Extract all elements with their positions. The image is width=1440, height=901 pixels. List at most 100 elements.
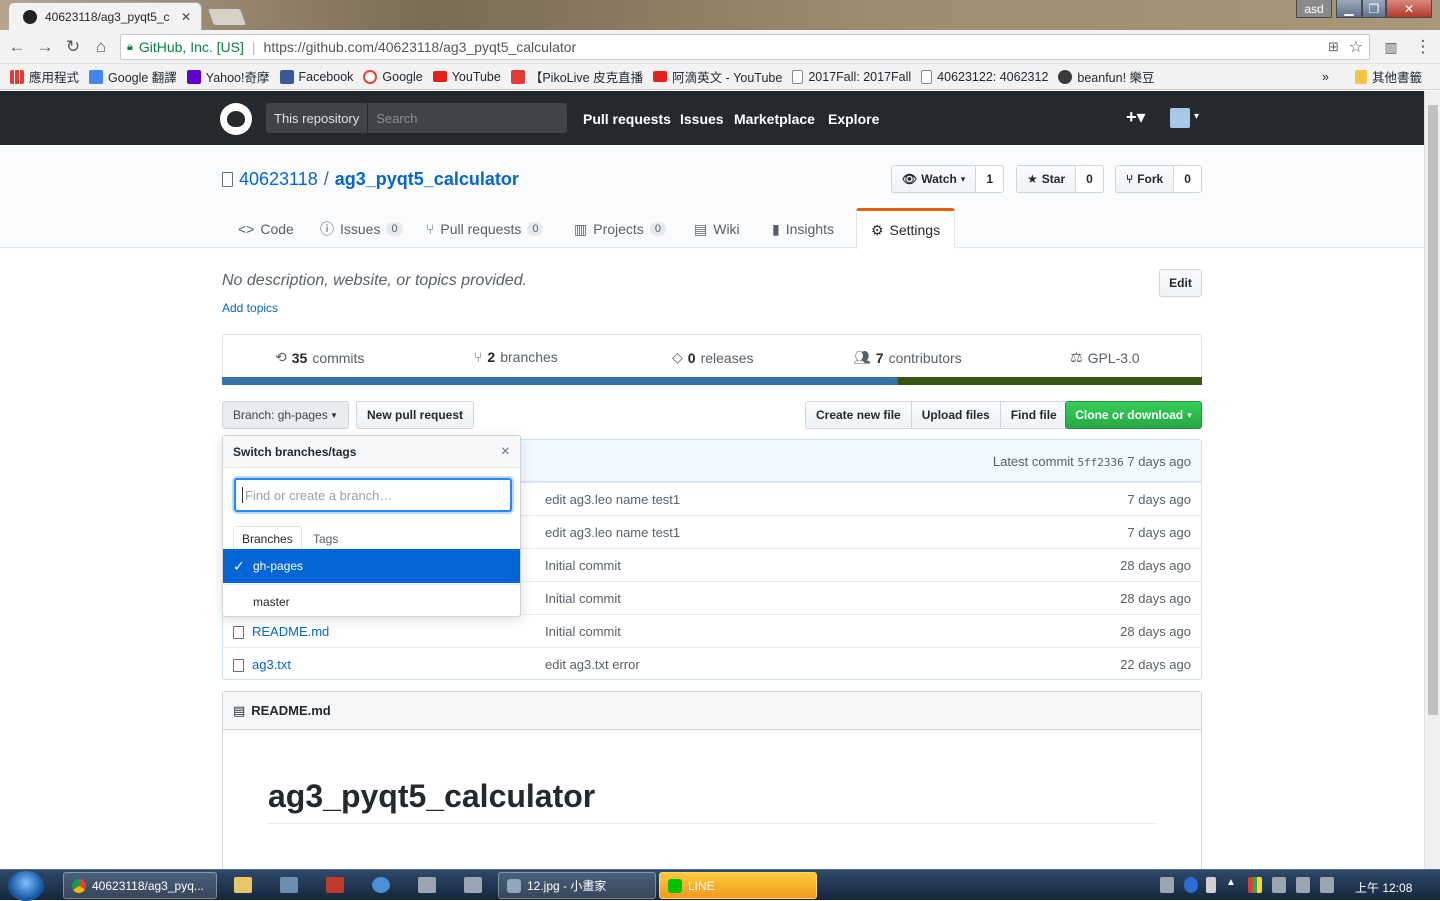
speaker-app-icon[interactable]: [418, 877, 436, 893]
commit-message[interactable]: Initial commit: [545, 624, 621, 639]
nav-explore[interactable]: Explore: [828, 111, 879, 127]
commits-link[interactable]: ⟲ 35 commits: [275, 349, 364, 366]
action-center-icon[interactable]: [1320, 877, 1334, 893]
bookmark-google-translate[interactable]: Google 翻譯: [89, 67, 177, 86]
translate-icon[interactable]: ⊞: [1328, 39, 1339, 55]
app-icon[interactable]: [280, 877, 298, 893]
branches-link[interactable]: ⑂ 2 branches: [474, 349, 558, 365]
tab-projects[interactable]: ▥ Projects 0: [574, 209, 666, 249]
nav-marketplace[interactable]: Marketplace: [734, 111, 815, 127]
upload-files-button[interactable]: Upload files: [911, 402, 1001, 428]
network-icon[interactable]: [1272, 877, 1286, 893]
scrollbar-thumb[interactable]: [1428, 105, 1438, 715]
bookmark-apps[interactable]: 應用程式: [10, 67, 79, 86]
fork-count[interactable]: 0: [1174, 166, 1201, 192]
edit-button[interactable]: Edit: [1159, 269, 1202, 297]
tab-issues[interactable]: ⓘ Issues 0: [320, 209, 403, 249]
tab-pull-requests[interactable]: ⑂ Pull requests 0: [426, 209, 544, 249]
branch-filter-input[interactable]: Find or create a branch…: [234, 478, 512, 512]
app-icon[interactable]: [372, 877, 390, 893]
repo-name-link[interactable]: ag3_pyqt5_calculator: [335, 169, 519, 190]
commit-message[interactable]: edit ag3.leo name test1: [545, 492, 680, 507]
new-pull-request-button[interactable]: New pull request: [356, 401, 475, 429]
tab-wiki[interactable]: ▤ Wiki: [694, 209, 740, 249]
bookmark-adi-youtube[interactable]: 阿滴英文 - YouTube: [653, 67, 782, 86]
branch-item-master[interactable]: master: [223, 584, 520, 618]
start-button[interactable]: [8, 871, 44, 901]
github-logo-icon[interactable]: [220, 103, 252, 135]
tab-insights[interactable]: ▮ Insights: [772, 209, 834, 249]
add-topics-link[interactable]: Add topics: [222, 301, 278, 315]
tab-tags[interactable]: Tags: [305, 526, 346, 551]
taskbar-item-line[interactable]: LINE: [659, 872, 817, 899]
bookmark-yahoo[interactable]: Yahoo!奇摩: [186, 67, 270, 86]
table-row[interactable]: README.md Initial commit 28 days ago: [223, 614, 1201, 647]
watch-button[interactable]: 👁︎ Watch ▾: [892, 166, 977, 192]
file-name-link[interactable]: ag3.txt: [252, 657, 291, 672]
close-window-button[interactable]: ✕: [1386, 0, 1432, 18]
chevron-down-icon[interactable]: ▾: [1194, 111, 1199, 122]
nav-issues[interactable]: Issues: [680, 111, 724, 127]
tray-expand-icon[interactable]: ▲: [1226, 877, 1236, 893]
branch-item-gh-pages[interactable]: ✓ gh-pages: [223, 549, 520, 583]
branch-select-button[interactable]: Branch: gh-pages ▾: [222, 401, 349, 429]
tab-branches[interactable]: Branches: [233, 526, 302, 551]
repo-owner-link[interactable]: 40623118: [239, 169, 318, 190]
close-icon[interactable]: ×: [501, 443, 510, 461]
tray-app-icon[interactable]: [1248, 877, 1262, 893]
window-user-badge[interactable]: asd: [1296, 0, 1332, 18]
page-scrollbar[interactable]: [1424, 91, 1440, 869]
back-icon[interactable]: ←: [6, 37, 28, 57]
commit-sha-link[interactable]: 5ff2336: [1077, 456, 1123, 469]
address-bar[interactable]: 🔒︎ GitHub, Inc. [US] | https://github.co…: [120, 34, 1370, 60]
url-text[interactable]: https://github.com/40623118/ag3_pyqt5_ca…: [264, 39, 577, 55]
home-icon[interactable]: ⌂: [90, 37, 112, 57]
find-file-button[interactable]: Find file: [1000, 402, 1067, 428]
app-icon[interactable]: [326, 877, 344, 893]
contributors-link[interactable]: 👥︎ 7 contributors: [853, 349, 962, 366]
commit-message[interactable]: Initial commit: [545, 591, 621, 606]
bookmark-pikolive[interactable]: 【PikoLive 皮克直播: [510, 67, 643, 86]
taskbar-item-paint[interactable]: 12.jpg - 小畫家: [498, 872, 656, 899]
table-row[interactable]: ag3.txt edit ag3.txt error 22 days ago: [223, 647, 1201, 680]
commit-message[interactable]: edit ag3.leo name test1: [545, 525, 680, 540]
watch-count[interactable]: 1: [976, 166, 1003, 192]
folder-icon[interactable]: [234, 877, 252, 893]
system-clock[interactable]: 上午 12:08: [1355, 879, 1412, 896]
search-input[interactable]: This repository Search: [266, 103, 567, 133]
menu-icon[interactable]: ⋮: [1412, 37, 1434, 57]
minimize-button[interactable]: ▁: [1336, 0, 1362, 18]
bookmarks-overflow-button[interactable]: »: [1322, 70, 1329, 84]
create-new-file-button[interactable]: Create new file: [806, 402, 912, 428]
user-avatar[interactable]: [1170, 108, 1190, 128]
file-name-link[interactable]: README.md: [252, 624, 329, 639]
commit-message[interactable]: Initial commit: [545, 558, 621, 573]
bookmark-google[interactable]: Google: [363, 69, 423, 84]
license-link[interactable]: ⚖ GPL-3.0: [1070, 349, 1140, 366]
maximize-button[interactable]: ❐: [1362, 0, 1386, 18]
commit-message[interactable]: edit ag3.txt error: [545, 657, 640, 672]
other-bookmarks[interactable]: 其他書籤: [1355, 67, 1422, 86]
browser-tab[interactable]: 40623118/ag3_pyqt5_c ✕: [8, 2, 202, 30]
taskbar-item-chrome[interactable]: 40623118/ag3_pyq...: [63, 872, 217, 899]
volume-icon[interactable]: [1296, 877, 1310, 893]
bookmark-youtube[interactable]: YouTube: [432, 70, 501, 84]
releases-link[interactable]: ◇ 0 releases: [672, 349, 754, 366]
bookmark-40623122[interactable]: 40623122: 4062312: [921, 69, 1048, 84]
extension-icon[interactable]: ▥: [1380, 37, 1402, 57]
star-count[interactable]: 0: [1076, 166, 1103, 192]
new-tab-button[interactable]: [206, 8, 248, 26]
help-icon[interactable]: [1184, 877, 1198, 893]
bookmark-facebook[interactable]: Facebook: [279, 69, 353, 84]
keyboard-icon[interactable]: [1160, 877, 1174, 893]
tab-settings[interactable]: ⚙ Settings: [856, 208, 955, 249]
bookmark-beanfun[interactable]: beanfun! 樂豆: [1058, 67, 1155, 86]
language-bar[interactable]: [222, 377, 1202, 385]
bookmark-2017fall[interactable]: 2017Fall: 2017Fall: [792, 69, 911, 84]
secure-indicator[interactable]: 🔒︎ GitHub, Inc. [US]: [121, 39, 244, 55]
fork-button[interactable]: ⑂ Fork: [1116, 166, 1175, 192]
bookmark-star-icon[interactable]: ☆: [1349, 37, 1363, 57]
usb-icon[interactable]: [1206, 877, 1216, 893]
star-button[interactable]: ★ Star: [1017, 166, 1077, 192]
speaker-app-icon[interactable]: [464, 877, 482, 893]
